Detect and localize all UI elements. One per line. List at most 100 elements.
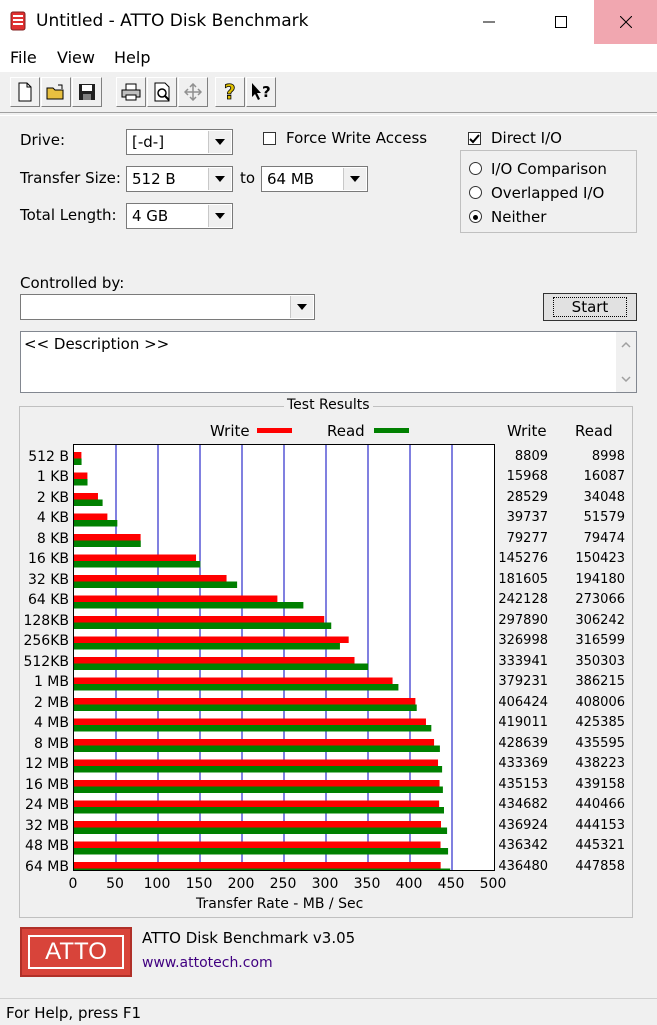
new-button[interactable] bbox=[10, 77, 40, 107]
read-value: 273066 bbox=[575, 592, 625, 607]
bar-read-17 bbox=[74, 807, 444, 814]
to-label: to bbox=[240, 169, 256, 187]
bar-write-7 bbox=[74, 595, 278, 602]
x-tick-label: 200 bbox=[227, 876, 255, 892]
y-tick-label: 2 MB bbox=[33, 694, 69, 711]
test-results-title: Test Results bbox=[284, 397, 373, 413]
write-value: 419011 bbox=[498, 715, 548, 730]
read-value: 438223 bbox=[575, 756, 625, 771]
open-button[interactable] bbox=[41, 77, 71, 107]
bar-read-5 bbox=[74, 561, 201, 568]
help-button[interactable]: ? bbox=[215, 77, 245, 107]
bar-write-19 bbox=[74, 841, 441, 848]
open-icon bbox=[46, 84, 64, 100]
y-tick-label: 32 KB bbox=[27, 571, 69, 588]
description-scrollbar[interactable] bbox=[616, 332, 636, 392]
read-value: 316599 bbox=[575, 633, 625, 648]
minimize-button[interactable] bbox=[465, 0, 513, 44]
radio-io-comparison[interactable] bbox=[469, 162, 482, 175]
results-plot bbox=[73, 444, 495, 871]
save-button[interactable] bbox=[72, 77, 102, 107]
controlled-by-select[interactable] bbox=[20, 294, 315, 320]
print-button[interactable] bbox=[116, 77, 146, 107]
legend-write-label: Write bbox=[210, 422, 250, 440]
read-value: 51579 bbox=[583, 510, 625, 525]
drive-select[interactable]: [-d-] bbox=[126, 129, 233, 155]
transfer-to-select[interactable]: 64 MB bbox=[261, 166, 368, 192]
bar-write-11 bbox=[74, 677, 393, 684]
radio-neither[interactable] bbox=[469, 210, 482, 223]
y-tick-label: 512KB bbox=[23, 653, 69, 670]
maximize-button[interactable] bbox=[537, 0, 585, 44]
y-tick-label: 4 KB bbox=[36, 510, 69, 526]
context-help-button[interactable]: ? bbox=[246, 77, 276, 107]
close-button[interactable] bbox=[594, 0, 657, 44]
chevron-down-icon bbox=[208, 205, 231, 227]
y-tick-label: 16 MB bbox=[25, 776, 69, 793]
write-value: 145276 bbox=[498, 551, 548, 566]
scroll-arrows-icon bbox=[621, 341, 631, 383]
description-textarea[interactable]: << Description >> bbox=[20, 331, 637, 393]
write-value: 435153 bbox=[498, 776, 548, 792]
write-value: 436480 bbox=[498, 858, 548, 874]
move-button[interactable] bbox=[178, 77, 208, 107]
bar-read-8 bbox=[74, 622, 332, 629]
transfer-to-value: 64 MB bbox=[267, 170, 315, 188]
chevron-down-icon bbox=[208, 168, 231, 190]
radio-overlapped-io[interactable] bbox=[469, 186, 482, 199]
x-tick-label: 400 bbox=[395, 876, 423, 892]
bar-read-7 bbox=[74, 602, 304, 609]
menu-view[interactable]: View bbox=[57, 48, 95, 67]
bar-write-12 bbox=[74, 698, 416, 705]
print-preview-button[interactable] bbox=[147, 77, 177, 107]
write-value: 79277 bbox=[506, 530, 548, 546]
read-value: 150423 bbox=[575, 551, 625, 566]
svg-text:?: ? bbox=[262, 83, 271, 101]
controlled-by-label: Controlled by: bbox=[20, 274, 125, 292]
menu-file[interactable]: File bbox=[10, 48, 37, 67]
bar-write-16 bbox=[74, 780, 440, 787]
total-length-label: Total Length: bbox=[20, 206, 117, 224]
status-bar: For Help, press F1 bbox=[0, 998, 657, 1025]
write-value: 406424 bbox=[498, 694, 548, 710]
x-tick-label: 450 bbox=[437, 876, 465, 892]
read-value: 440466 bbox=[575, 797, 625, 812]
bar-write-18 bbox=[74, 821, 442, 828]
write-value: 28529 bbox=[506, 489, 548, 505]
bar-write-14 bbox=[74, 739, 435, 746]
bar-write-9 bbox=[74, 636, 349, 643]
y-tick-label: 2 KB bbox=[36, 489, 69, 506]
write-value: 428639 bbox=[498, 735, 548, 751]
transfer-from-select[interactable]: 512 B bbox=[126, 166, 233, 192]
menu-help[interactable]: Help bbox=[114, 48, 150, 67]
col-write-header: Write bbox=[507, 422, 547, 440]
y-tick-label: 1 KB bbox=[36, 469, 69, 485]
read-value: 194180 bbox=[575, 571, 625, 587]
bar-write-6 bbox=[74, 575, 227, 582]
maximize-icon bbox=[555, 16, 567, 28]
y-tick-label: 1 MB bbox=[33, 674, 69, 690]
drive-label: Drive: bbox=[20, 131, 66, 149]
force-write-checkbox[interactable] bbox=[263, 132, 276, 145]
read-value: 445321 bbox=[575, 838, 625, 853]
website-link[interactable]: www.attotech.com bbox=[142, 955, 273, 971]
write-value: 379231 bbox=[498, 674, 548, 689]
window-title: Untitled - ATTO Disk Benchmark bbox=[36, 11, 309, 31]
x-tick-label: 50 bbox=[106, 876, 124, 892]
bar-read-4 bbox=[74, 540, 141, 547]
write-value: 181605 bbox=[498, 571, 548, 587]
start-button[interactable]: Start bbox=[543, 293, 637, 321]
total-length-select[interactable]: 4 GB bbox=[126, 203, 233, 229]
atto-logo: ATTO bbox=[20, 927, 132, 977]
read-value: 439158 bbox=[575, 776, 625, 792]
legend-write-swatch bbox=[257, 428, 292, 433]
bar-write-5 bbox=[74, 554, 197, 561]
move-icon bbox=[184, 83, 202, 101]
radio-dot-icon bbox=[473, 215, 478, 220]
bar-write-17 bbox=[74, 800, 440, 807]
bar-write-10 bbox=[74, 657, 355, 664]
y-tick-label: 12 MB bbox=[25, 756, 69, 772]
atto-logo-text: ATTO bbox=[28, 935, 124, 969]
transfer-size-label: Transfer Size: bbox=[20, 169, 121, 187]
direct-io-checkbox[interactable] bbox=[468, 132, 481, 145]
